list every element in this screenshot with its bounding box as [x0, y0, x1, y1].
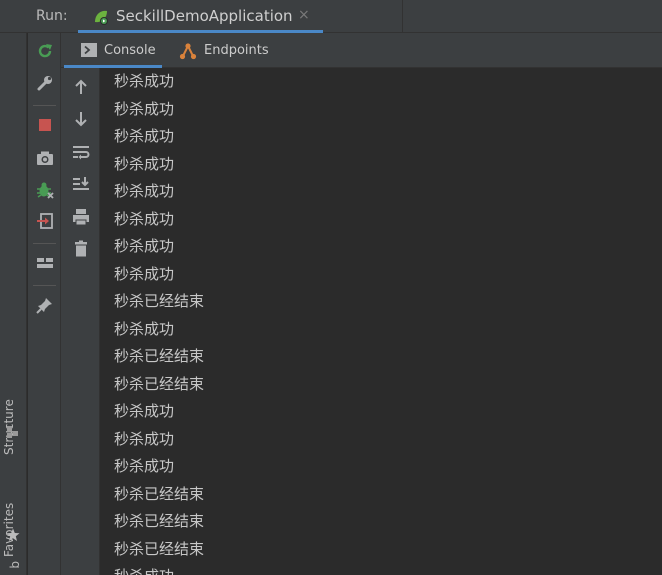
run-tab-seckill-demo-application[interactable]: SeckillDemoApplication × [78, 0, 323, 33]
debug-icon[interactable] [35, 180, 55, 200]
console-line: 秒杀成功 [114, 209, 175, 228]
header-divider [402, 0, 403, 33]
console-line: 秒杀成功 [114, 127, 175, 145]
structure-icon [7, 426, 18, 438]
rerun-icon[interactable] [35, 41, 55, 61]
stop-icon[interactable] [35, 115, 55, 135]
console-line: 秒杀成功 [114, 402, 175, 420]
console-line: 秒杀已经结束 [114, 347, 205, 365]
star-icon [6, 528, 20, 541]
exit-icon[interactable] [35, 211, 55, 231]
camera-icon[interactable] [35, 148, 55, 168]
console-line: 秒杀已经结束 [114, 484, 205, 503]
tab-console[interactable]: Console [64, 33, 162, 68]
console-line: 秒杀已经结束 [114, 374, 205, 393]
soft-wrap-icon[interactable] [71, 142, 91, 162]
console-line: 秒杀成功 [100, 563, 662, 575]
scroll-to-end-icon[interactable] [71, 174, 91, 194]
console-line: 秒杀成功 [114, 154, 175, 173]
tab-endpoints-label: Endpoints [204, 43, 269, 58]
toolbar-separator [33, 105, 56, 106]
close-icon[interactable]: × [298, 7, 310, 23]
run-label: Run: [36, 8, 68, 24]
run-tab-title: SeckillDemoApplication [116, 7, 293, 25]
console-line: 秒杀成功 [114, 237, 175, 255]
console-toolbar [61, 68, 100, 575]
toolbar-separator [33, 243, 56, 244]
tab-console-label: Console [104, 43, 156, 58]
console-line: 秒杀成功 [114, 429, 175, 448]
tab-endpoints[interactable]: Endpoints [171, 33, 281, 68]
console-output[interactable]: 秒杀成功 秒杀成功 秒杀成功 秒杀成功 秒杀成功 秒杀成功 秒杀成功 秒杀成功 秒杀已经结束 秒杀… [100, 68, 662, 575]
console-line: 秒杀成功 [114, 457, 175, 475]
console-line: 秒杀成功 [114, 264, 175, 283]
wrench-icon[interactable] [35, 73, 55, 93]
console-line: 秒杀成功 [114, 72, 175, 90]
endpoints-icon [179, 43, 197, 60]
console-line: 秒杀已经结束 [114, 539, 205, 558]
console-line: 秒杀已经结束 [114, 292, 205, 310]
pin-icon[interactable] [35, 295, 55, 315]
print-icon[interactable] [71, 207, 91, 227]
toolbar-separator [33, 285, 56, 286]
run-toolbar [28, 33, 61, 575]
console-lines: 秒杀成功 秒杀成功 秒杀成功 秒杀成功 秒杀成功 秒杀成功 秒杀成功 秒杀成功 秒杀已经结束 秒杀… [100, 68, 662, 575]
favorites-tool-window-button[interactable]: Favorites [2, 465, 24, 557]
console-line: 秒杀已经结束 [114, 512, 205, 530]
console-line: 秒杀成功 [114, 319, 175, 338]
layout-icon[interactable] [35, 253, 55, 273]
console-icon [81, 43, 97, 57]
trash-icon[interactable] [71, 239, 91, 259]
structure-tool-window-button[interactable]: Structure [2, 365, 24, 455]
console-line: 秒杀成功 [114, 99, 175, 118]
console-line: 秒杀成功 [114, 182, 175, 200]
truncated-tool-window-label[interactable]: b [8, 561, 22, 569]
arrow-up-icon[interactable] [71, 77, 91, 97]
run-toolwindow-header: Run: SeckillDemoApplication × [0, 0, 662, 33]
spring-boot-app-icon [95, 10, 108, 25]
console-tabs-bar: Console Endpoints [61, 33, 662, 68]
left-tool-window-strip: Structure Favorites b [0, 33, 27, 575]
arrow-down-icon[interactable] [71, 109, 91, 129]
